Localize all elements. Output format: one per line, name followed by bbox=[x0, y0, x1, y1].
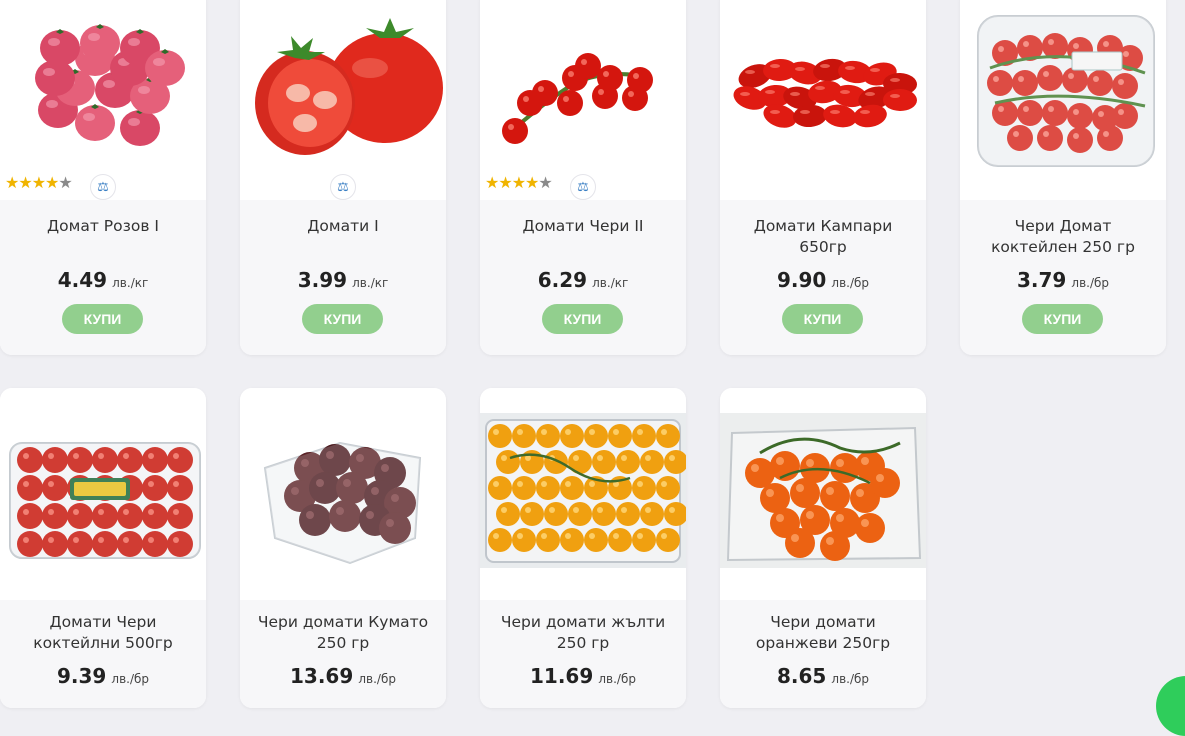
price-unit: лв./бр bbox=[598, 672, 636, 686]
product-card[interactable]: ★★★★★ ⚖ Домати Чери II 6.29 лв./кг КУПИ bbox=[480, 0, 686, 355]
price-unit: лв./кг bbox=[592, 276, 629, 290]
buy-button[interactable]: КУПИ bbox=[542, 304, 623, 334]
product-image[interactable] bbox=[720, 0, 926, 200]
star-icon: ★ bbox=[58, 173, 72, 192]
scale-icon[interactable]: ⚖ bbox=[330, 174, 356, 200]
price-unit: лв./кг bbox=[112, 276, 149, 290]
product-card[interactable]: Чери домати Кумато 250 гр 13.69 лв./бр bbox=[240, 388, 446, 708]
star-icon: ★ bbox=[511, 173, 526, 192]
star-icon: ★ bbox=[45, 173, 59, 192]
product-image[interactable] bbox=[0, 0, 206, 200]
product-image[interactable] bbox=[720, 388, 926, 600]
price-value: 9.90 bbox=[776, 268, 827, 292]
product-card[interactable]: Домати Чери коктейлни 500гр 9.39 лв./бр bbox=[0, 388, 206, 708]
price-value: 6.29 bbox=[537, 268, 588, 292]
price-value: 8.65 bbox=[776, 664, 827, 688]
price-value: 9.39 bbox=[56, 664, 107, 688]
product-name[interactable]: Домати Чери коктейлни 500гр bbox=[10, 612, 196, 654]
price-unit: лв./кг bbox=[352, 276, 389, 290]
rating-stars: ★★★★★ bbox=[5, 173, 73, 192]
product-image[interactable] bbox=[480, 0, 686, 200]
product-name[interactable]: Чери домати Кумато 250 гр bbox=[250, 612, 436, 654]
price-value: 13.69 bbox=[290, 664, 354, 688]
product-card[interactable]: Домати Кампари 650гр 9.90 лв./бр КУПИ bbox=[720, 0, 926, 355]
buy-button[interactable]: КУПИ bbox=[302, 304, 383, 334]
product-card[interactable]: ⚖ Домати I 3.99 лв./кг КУПИ bbox=[240, 0, 446, 355]
product-image[interactable] bbox=[240, 0, 446, 200]
product-card[interactable]: ★★★★★ ⚖ Домат Розов I 4.49 лв./кг КУПИ bbox=[0, 0, 206, 355]
scale-icon[interactable]: ⚖ bbox=[570, 174, 596, 200]
buy-button[interactable]: КУПИ bbox=[1022, 304, 1103, 334]
product-card[interactable]: Чери Домат коктейлен 250 гр 3.79 лв./бр КУ… bbox=[960, 0, 1166, 355]
star-icon: ★ bbox=[485, 173, 499, 192]
price-unit: лв./бр bbox=[831, 672, 870, 686]
product-card[interactable]: Чери домати оранжеви 250гр 8.65 лв./бр bbox=[720, 388, 926, 708]
buy-button[interactable]: КУПИ bbox=[782, 304, 863, 334]
product-price: 8.65 лв./бр bbox=[720, 664, 926, 688]
product-name[interactable]: Домати Кампари 650гр bbox=[730, 216, 916, 258]
product-name[interactable]: Домати I bbox=[250, 216, 436, 237]
product-price: 3.99 лв./кг bbox=[240, 268, 446, 292]
price-value: 11.69 bbox=[530, 664, 594, 688]
product-name[interactable]: Домат Розов I bbox=[10, 216, 196, 237]
product-price: 4.49 лв./кг bbox=[0, 268, 206, 292]
star-icon: ★ bbox=[538, 173, 552, 192]
star-icon: ★ bbox=[5, 173, 19, 192]
scale-icon[interactable]: ⚖ bbox=[90, 174, 116, 200]
star-icon: ★ bbox=[498, 173, 512, 192]
product-image[interactable] bbox=[960, 0, 1166, 200]
product-card[interactable]: Чери домати жълти 250 гр 11.69 лв./бр bbox=[480, 388, 686, 708]
price-unit: лв./бр bbox=[1071, 276, 1110, 290]
star-icon: ★ bbox=[18, 173, 32, 192]
product-image[interactable] bbox=[0, 388, 206, 600]
product-image[interactable] bbox=[240, 388, 446, 600]
product-price: 6.29 лв./кг bbox=[480, 268, 686, 292]
product-name[interactable]: Чери Домат коктейлен 250 гр bbox=[970, 216, 1156, 258]
product-price: 9.90 лв./бр bbox=[720, 268, 926, 292]
product-price: 3.79 лв./бр bbox=[960, 268, 1166, 292]
product-image[interactable] bbox=[480, 388, 686, 600]
price-value: 3.79 bbox=[1016, 268, 1067, 292]
price-value: 3.99 bbox=[297, 268, 348, 292]
price-unit: лв./бр bbox=[358, 672, 396, 686]
product-price: 11.69 лв./бр bbox=[480, 664, 686, 688]
price-unit: лв./бр bbox=[111, 672, 150, 686]
chat-fab-icon[interactable] bbox=[1156, 676, 1185, 736]
star-icon: ★ bbox=[525, 173, 539, 192]
buy-button[interactable]: КУПИ bbox=[62, 304, 143, 334]
price-value: 4.49 bbox=[57, 268, 108, 292]
product-name[interactable]: Чери домати оранжеви 250гр bbox=[730, 612, 916, 654]
product-price: 13.69 лв./бр bbox=[240, 664, 446, 688]
product-price: 9.39 лв./бр bbox=[0, 664, 206, 688]
product-name[interactable]: Домати Чери II bbox=[490, 216, 676, 237]
price-unit: лв./бр bbox=[831, 276, 870, 290]
rating-stars: ★★★★★ bbox=[485, 173, 553, 192]
product-name[interactable]: Чери домати жълти 250 гр bbox=[490, 612, 676, 654]
star-icon: ★ bbox=[31, 173, 46, 192]
